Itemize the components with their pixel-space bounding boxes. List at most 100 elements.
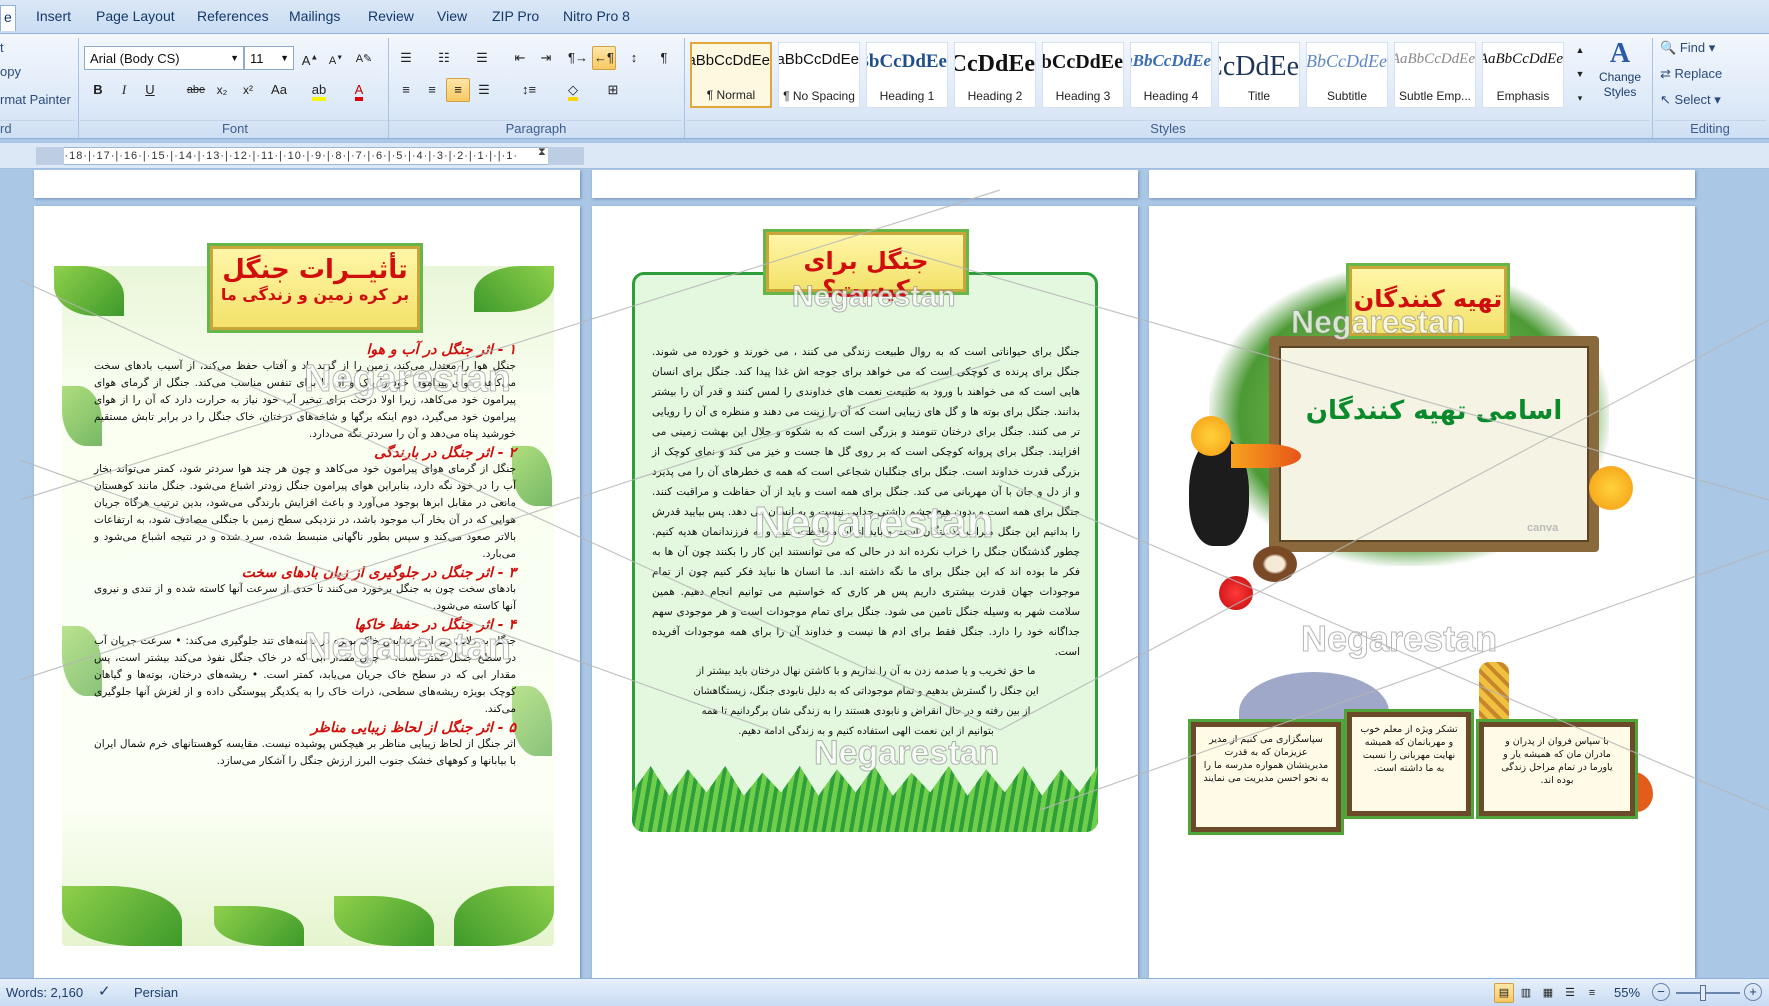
style-title[interactable]: AaBbCcDdEe Title xyxy=(1218,42,1300,108)
style-heading-2[interactable]: AaBbCcDdEe Heading 2 xyxy=(954,42,1036,108)
change-case-button[interactable]: Aa xyxy=(264,78,294,102)
zoom-out-icon[interactable]: − xyxy=(1652,983,1670,1001)
full-screen-reading-icon[interactable]: ▥ xyxy=(1516,983,1536,1003)
shrink-font-icon: A▼ xyxy=(328,54,344,67)
zoom-slider-track[interactable] xyxy=(1676,992,1740,994)
watermark-line xyxy=(19,359,1001,681)
line-spacing-button[interactable]: ↕≡ xyxy=(512,78,546,102)
shrink-font-button[interactable]: A▼ xyxy=(324,46,348,70)
tab-zip-pro[interactable]: ZIP Pro xyxy=(492,8,539,24)
zoom-in-icon[interactable]: + xyxy=(1744,983,1762,1001)
styles-more[interactable]: ▾ xyxy=(1572,86,1588,106)
italic-button[interactable]: I xyxy=(112,78,136,102)
web-layout-icon[interactable]: ▦ xyxy=(1538,983,1558,1003)
find-button[interactable]: 🔍 Find ▾ xyxy=(1660,40,1715,56)
align-right-icon: ≡ xyxy=(454,82,462,97)
numbering-button[interactable]: ☷ xyxy=(432,46,456,70)
proofing-icon[interactable]: ✓ xyxy=(98,982,111,1000)
style-name: Heading 1 xyxy=(879,89,935,103)
tab-nitro-pro[interactable]: Nitro Pro 8 xyxy=(563,8,630,24)
clear-formatting-button[interactable]: A✎ xyxy=(352,46,376,70)
draft-view-icon[interactable]: ≡ xyxy=(1582,983,1602,1003)
numbering-icon: ☷ xyxy=(438,50,450,65)
watermark-line xyxy=(19,459,771,731)
tab-page-layout[interactable]: Page Layout xyxy=(96,8,175,24)
font-color-button[interactable]: A xyxy=(344,78,374,102)
style-name: Subtitle xyxy=(1326,89,1368,103)
outline-view-icon[interactable]: ☰ xyxy=(1560,983,1580,1003)
line-spacing-icon: ↕≡ xyxy=(521,82,537,97)
style-heading-3[interactable]: AaBbCcDdEe Heading 3 xyxy=(1042,42,1124,108)
style-heading-4[interactable]: AaBbCcDdEe Heading 4 xyxy=(1130,42,1212,108)
style-name: ¶ No Spacing xyxy=(783,89,855,103)
style-heading-1[interactable]: AaBbCcDdEe Heading 1 xyxy=(866,42,948,108)
highlight-button[interactable]: ab xyxy=(304,78,334,102)
style-preview: AaBbCcDdEe xyxy=(1043,51,1123,73)
multilevel-list-button[interactable]: ☰ xyxy=(470,46,494,70)
bold-button[interactable]: B xyxy=(86,78,110,102)
print-layout-view-icon[interactable]: ▤ xyxy=(1494,983,1514,1003)
horizontal-ruler[interactable]: ·19·|·18·|·17·|·16·|·15·|·14·|·13·|·12·|… xyxy=(0,143,1769,169)
increase-indent-button[interactable]: ⇥ xyxy=(534,46,558,70)
style-name: ¶ Normal xyxy=(706,88,756,102)
language-indicator[interactable]: Persian xyxy=(134,985,178,1000)
show-formatting-button[interactable]: ¶ xyxy=(652,46,676,70)
zoom-level[interactable]: 55% xyxy=(1614,985,1640,1000)
styles-scroll-up[interactable]: ▲ xyxy=(1572,38,1588,58)
grow-font-button[interactable]: A▲ xyxy=(298,46,322,70)
align-center-icon: ≡ xyxy=(428,82,436,97)
zoom-slider-thumb[interactable] xyxy=(1700,985,1706,1001)
style-subtitle[interactable]: AaBbCcDdEe Subtitle xyxy=(1306,42,1388,108)
borders-button[interactable]: ⊞ xyxy=(596,78,630,102)
font-name-combo[interactable]: Arial (Body CS) ▼ xyxy=(84,46,244,70)
underline-button[interactable]: U xyxy=(138,78,162,102)
tab-review[interactable]: Review xyxy=(368,8,414,24)
shading-button[interactable]: ◇ xyxy=(556,78,590,102)
status-bar: Words: 2,160 ✓ Persian ▤ ▥ ▦ ☰ ≡ 55% − + xyxy=(0,978,1769,1006)
align-right-button[interactable]: ≡ xyxy=(446,78,470,102)
style-no-spacing[interactable]: AaBbCcDdEe ¶ No Spacing xyxy=(778,42,860,108)
style-preview: AaBbCcDdEe xyxy=(1395,51,1475,67)
tab-references[interactable]: References xyxy=(197,8,269,24)
watermark-line xyxy=(1039,549,1769,811)
tab-home[interactable]: e xyxy=(0,5,16,31)
indent-marker-icon[interactable]: ⧗ xyxy=(538,145,546,159)
ltr-button[interactable]: ¶→ xyxy=(566,46,590,70)
paint-bucket-icon: ◇ xyxy=(568,82,578,101)
word-count[interactable]: Words: 2,160 xyxy=(6,985,83,1000)
sort-button[interactable]: ↕ xyxy=(622,46,646,70)
style-subtle-emp[interactable]: AaBbCcDdEe Subtle Emp... xyxy=(1394,42,1476,108)
superscript-button[interactable]: x² xyxy=(236,78,260,102)
bullets-button[interactable]: ☰ xyxy=(394,46,418,70)
align-left-button[interactable]: ≡ xyxy=(394,78,418,102)
decrease-indent-button[interactable]: ⇤ xyxy=(508,46,532,70)
document-workspace[interactable]: تأثیــرات جنگل بر کره زمین و زندگی ما ۱ … xyxy=(0,170,1769,978)
ltr-icon: ¶→ xyxy=(568,50,588,65)
rtl-button[interactable]: ←¶ xyxy=(592,46,616,70)
style-normal[interactable]: AaBbCcDdEe ¶ Normal xyxy=(690,42,772,108)
styles-scroll-down[interactable]: ▼ xyxy=(1572,62,1588,82)
chevron-down-icon: ▼ xyxy=(230,53,239,63)
strikethrough-button[interactable]: abe xyxy=(184,78,208,102)
change-styles-button[interactable]: A Change Styles xyxy=(1592,38,1648,116)
subscript-button[interactable]: x₂ xyxy=(210,78,234,102)
replace-button[interactable]: ⇄ Replace xyxy=(1660,66,1722,82)
select-button[interactable]: ↖ Select ▾ xyxy=(1660,92,1721,108)
align-center-button[interactable]: ≡ xyxy=(420,78,444,102)
copy-button[interactable]: opy xyxy=(0,64,21,79)
style-emphasis[interactable]: AaBbCcDdEe Emphasis xyxy=(1482,42,1564,108)
align-left-icon: ≡ xyxy=(402,82,410,97)
tab-view[interactable]: View xyxy=(437,8,467,24)
format-painter-button[interactable]: rmat Painter xyxy=(0,92,71,107)
clipboard-group-label: rd xyxy=(0,120,76,139)
font-size-value: 11 xyxy=(250,51,264,66)
tab-mailings[interactable]: Mailings xyxy=(289,8,340,24)
justify-button[interactable]: ☰ xyxy=(472,78,496,102)
increase-indent-icon: ⇥ xyxy=(540,50,552,65)
grow-font-icon: A▲ xyxy=(301,53,319,69)
font-size-combo[interactable]: 11 ▼ xyxy=(244,46,294,70)
font-group-label: Font xyxy=(80,120,390,139)
cut-button[interactable]: t xyxy=(0,40,4,55)
watermark-line xyxy=(999,319,1769,731)
tab-insert[interactable]: Insert xyxy=(36,8,71,24)
